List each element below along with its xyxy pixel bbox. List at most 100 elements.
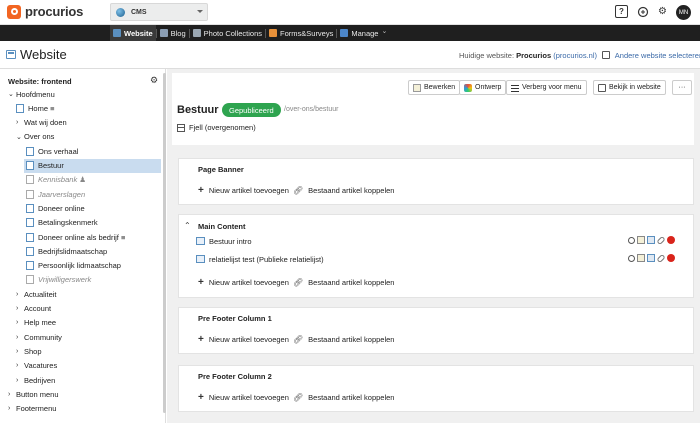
sidebar-item-label: Help mee	[24, 318, 57, 328]
sidebar-item-jaarverslagen[interactable]: Jaarverslagen	[26, 187, 85, 201]
link-existing-article-button[interactable]: 🔗︎ Bestaand artikel koppelen	[293, 335, 394, 344]
chevron-right-icon[interactable]: ›	[16, 119, 24, 126]
chevron-right-icon[interactable]: ›	[8, 405, 16, 412]
copy-icon[interactable]	[647, 254, 655, 262]
nav-item-website[interactable]: Website	[110, 25, 156, 41]
design-button[interactable]: Ontwerp	[459, 80, 507, 95]
context-selector[interactable]: CMS	[110, 3, 208, 21]
nav-item-photo-collections[interactable]: Photo Collections	[190, 25, 265, 41]
link-icon[interactable]	[656, 235, 666, 245]
sidebar-item-button-menu[interactable]: › Button menu	[8, 387, 59, 401]
sidebar-item-label: Shop	[24, 346, 42, 356]
nav-item-manage[interactable]: Manage ⌄	[337, 25, 390, 41]
sidebar-item-account[interactable]: › Account	[16, 302, 51, 316]
link-existing-article-label: Bestaand artikel koppelen	[308, 393, 395, 402]
link-existing-article-button[interactable]: 🔗︎ Bestaand artikel koppelen	[293, 393, 394, 402]
hide-from-menu-button[interactable]: Verberg voor menu	[506, 80, 587, 95]
sidebar-item-hoofdmenu[interactable]: ⌄ Hoofdmenu	[8, 87, 55, 101]
chevron-right-icon[interactable]: ›	[8, 391, 16, 398]
page-icon	[26, 218, 34, 228]
sidebar-item-persoonlijk-lidmaatschap[interactable]: Persoonlijk lidmaatschap	[26, 259, 121, 273]
delete-icon[interactable]	[667, 254, 675, 262]
sidebar-item-bedrijven[interactable]: › Bedrijven	[16, 373, 55, 387]
section-title: Page Banner	[198, 165, 244, 174]
sidebar-item-community[interactable]: › Community	[16, 330, 62, 344]
sidebar-item-home[interactable]: Home ≡	[16, 101, 54, 115]
chevron-right-icon[interactable]: ›	[16, 362, 24, 369]
new-article-button[interactable]: + Nieuw artikel toevoegen	[198, 277, 289, 288]
sidebar-item-help-mee[interactable]: › Help mee	[16, 316, 56, 330]
logo-text: procurios	[25, 4, 84, 19]
sidebar-item-label: Betalingskenmerk	[38, 218, 98, 228]
new-article-button[interactable]: + Nieuw artikel toevoegen	[198, 334, 289, 345]
article-label: relatielijst test (Publieke relatielijst…	[209, 254, 324, 264]
plus-icon: +	[198, 392, 204, 403]
chevron-right-icon[interactable]: ›	[16, 305, 24, 312]
sidebar-item-footermenu[interactable]: › Footermenu	[8, 402, 56, 416]
collapse-chevron-icon[interactable]: ⌃	[184, 221, 191, 230]
article-icon	[196, 255, 205, 263]
sidebar-item-label: Persoonlijk lidmaatschap	[38, 261, 121, 271]
article-label: Bestuur intro	[209, 236, 252, 246]
sidebar-item-wat-wij-doen[interactable]: › Wat wij doen	[16, 116, 67, 130]
page-icon	[26, 189, 34, 199]
sidebar-item-doneer-online-als-bedrijf[interactable]: Doneer online als bedrijf ≡	[26, 230, 125, 244]
chevron-down-icon[interactable]: ⌄	[16, 133, 24, 141]
article-row[interactable]: relatielijst test (Publieke relatielijst…	[196, 253, 324, 265]
more-options-button[interactable]: ···	[672, 80, 692, 95]
preview-icon[interactable]	[628, 236, 635, 244]
link-icon[interactable]	[656, 253, 666, 263]
external-link-icon[interactable]	[602, 51, 611, 60]
delete-icon[interactable]	[667, 236, 675, 244]
nav-label: Blog	[170, 28, 186, 38]
page-icon	[26, 203, 34, 213]
nav-item-blog[interactable]: Blog	[157, 25, 189, 41]
procurios-logo[interactable]: procurios	[7, 4, 83, 19]
page-icon	[26, 175, 34, 185]
select-other-website-link[interactable]: Andere website selecteren	[615, 51, 700, 60]
sidebar-item-doneer-online[interactable]: Doneer online	[26, 201, 85, 215]
link-icon: 🔗︎	[293, 186, 304, 195]
sidebar-item-vacatures[interactable]: › Vacatures	[16, 359, 57, 373]
preview-icon[interactable]	[628, 254, 635, 262]
search-icon[interactable]	[636, 5, 649, 18]
sidebar-item-shop[interactable]: › Shop	[16, 344, 42, 358]
sidebar-item-bedrijfslidmaatschap[interactable]: Bedrijfslidmaatschap	[26, 244, 107, 258]
edit-icon[interactable]	[637, 236, 645, 244]
edit-button[interactable]: Bewerken	[408, 80, 461, 95]
sidebar-item-label: Bedrijven	[24, 375, 56, 385]
view-in-website-button[interactable]: Bekijk in website	[593, 80, 666, 95]
avatar[interactable]: MN	[676, 5, 691, 20]
article-row[interactable]: Bestuur intro	[196, 235, 252, 247]
sidebar-item-ons-verhaal[interactable]: Ons verhaal	[26, 144, 78, 158]
menu-icon	[511, 83, 519, 92]
gear-icon[interactable]: ⚙	[656, 5, 669, 18]
procurios-logo-icon	[7, 4, 21, 19]
sidebar-item-betalingskenmerk[interactable]: Betalingskenmerk	[26, 216, 98, 230]
chevron-right-icon[interactable]: ›	[16, 319, 24, 326]
edit-icon[interactable]	[637, 254, 645, 262]
nav-item-forms-surveys[interactable]: Forms&Surveys	[266, 25, 336, 41]
sidebar-item-actualiteit[interactable]: › Actualiteit	[16, 287, 57, 301]
chevron-right-icon[interactable]: ›	[16, 291, 24, 298]
sidebar-item-label: Bestuur	[38, 161, 64, 170]
new-article-button[interactable]: + Nieuw artikel toevoegen	[198, 392, 289, 403]
edit-label: Bewerken	[424, 84, 456, 91]
gear-icon[interactable]: ⚙	[150, 75, 158, 86]
sidebar-item-kennisbank[interactable]: Kennisbank ♟	[26, 173, 86, 187]
copy-icon[interactable]	[647, 236, 655, 244]
help-icon[interactable]: ?	[615, 5, 628, 18]
link-existing-article-button[interactable]: 🔗︎ Bestaand artikel koppelen	[293, 186, 394, 195]
new-article-button[interactable]: + Nieuw artikel toevoegen	[198, 185, 289, 196]
chevron-right-icon[interactable]: ›	[16, 334, 24, 341]
link-existing-article-button[interactable]: 🔗︎ Bestaand artikel koppelen	[293, 278, 394, 287]
chevron-down-icon[interactable]: ⌄	[8, 90, 16, 98]
chevron-right-icon[interactable]: ›	[16, 377, 24, 384]
chevron-right-icon[interactable]: ›	[16, 348, 24, 355]
sidebar-item-over-ons[interactable]: ⌄ Over ons	[16, 130, 54, 144]
sidebar-scrollbar[interactable]	[163, 73, 166, 413]
sidebar-item-bestuur[interactable]: Bestuur	[24, 158, 161, 173]
status-badge[interactable]: Gepubliceerd	[222, 103, 281, 117]
sidebar-item-vrijwilligerswerk[interactable]: Vrijwilligerswerk	[26, 273, 91, 287]
website-domain-link[interactable]: (procurios.nl)	[553, 51, 597, 60]
